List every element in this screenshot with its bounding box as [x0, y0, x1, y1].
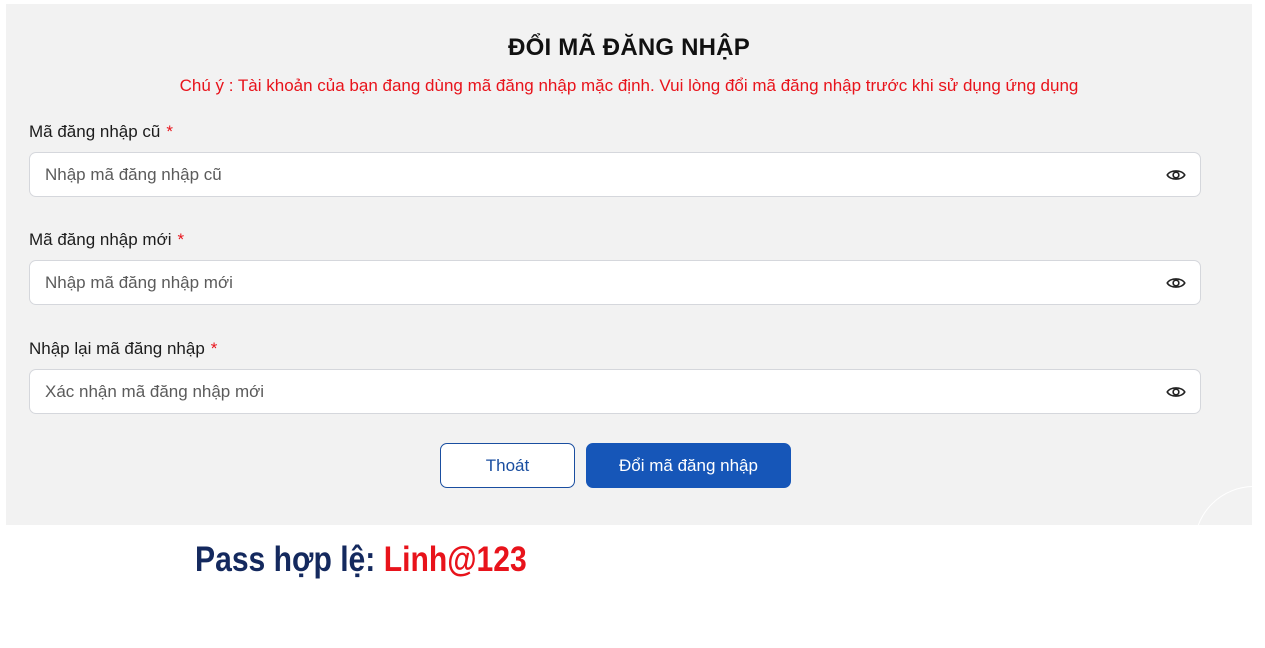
annotation-password: Linh@123 [383, 540, 527, 579]
old-password-field [29, 152, 1201, 197]
change-password-dialog: ĐỔI MÃ ĐĂNG NHẬP Chú ý : Tài khoản của b… [6, 4, 1252, 525]
old-password-label-text: Mã đăng nhập cũ [29, 122, 161, 141]
confirm-password-input[interactable] [45, 370, 1155, 413]
eye-icon[interactable] [1166, 274, 1186, 292]
required-mark: * [177, 230, 185, 249]
valid-password-annotation: Pass hợp lệ: Linh@123 [195, 540, 527, 580]
eye-icon[interactable] [1166, 383, 1186, 401]
dialog-title: ĐỔI MÃ ĐĂNG NHẬP [508, 34, 750, 61]
new-password-input[interactable] [45, 261, 1155, 304]
eye-icon[interactable] [1166, 166, 1186, 184]
default-password-notice: Chú ý : Tài khoản của bạn đang dùng mã đ… [179, 76, 1079, 95]
old-password-label: Mã đăng nhập cũ * [29, 122, 173, 142]
decorative-circle [1194, 486, 1252, 525]
confirm-password-label-text: Nhập lại mã đăng nhập [29, 339, 205, 358]
old-password-input[interactable] [45, 153, 1155, 196]
annotation-label: Pass hợp lệ: [195, 540, 384, 579]
required-mark: * [210, 339, 218, 358]
new-password-label-text: Mã đăng nhập mới [29, 230, 172, 249]
exit-button[interactable]: Thoát [440, 443, 575, 488]
new-password-field [29, 260, 1201, 305]
change-password-button[interactable]: Đổi mã đăng nhập [586, 443, 791, 488]
new-password-label: Mã đăng nhập mới * [29, 230, 184, 250]
required-mark: * [166, 122, 174, 141]
confirm-password-field [29, 369, 1201, 414]
confirm-password-label: Nhập lại mã đăng nhập * [29, 339, 217, 359]
